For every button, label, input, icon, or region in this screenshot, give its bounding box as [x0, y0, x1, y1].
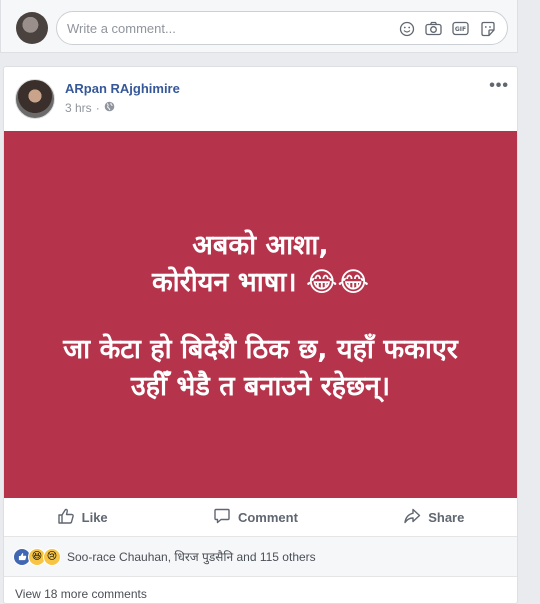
gif-icon[interactable]: GIF: [451, 19, 470, 38]
post-line-1: अबको आशा,: [192, 230, 329, 261]
reactions-summary[interactable]: 😆 😢 Soo-race Chauhan, धिरज पुडसैनि and 1…: [4, 537, 517, 577]
camera-icon[interactable]: [424, 19, 443, 38]
post-line-2: कोरीयन भाषा। 😂😂: [151, 267, 370, 298]
view-more-comments-link[interactable]: View 18 more comments: [15, 587, 147, 601]
author-name[interactable]: ARpan RAjghimire: [65, 81, 180, 96]
svg-text:GIF: GIF: [455, 26, 466, 33]
post-card: ARpan RAjghimire 3 hrs · ••• अबको आशा, क…: [3, 66, 518, 604]
comment-label: Comment: [237, 509, 298, 525]
meta-separator: ·: [95, 101, 100, 115]
more-options-button[interactable]: •••: [489, 77, 509, 95]
sad-reaction-icon: 😢: [43, 547, 61, 566]
action-bar: Like Comment Share: [4, 498, 517, 537]
comment-button[interactable]: Comment: [213, 507, 298, 528]
globe-icon: [104, 101, 115, 115]
post-line-5: उहीँ भेडै त बनाउने रहेछन्।: [130, 371, 391, 402]
comment-composer: Write a comment... GIF: [0, 0, 518, 53]
reactions-text[interactable]: Soo-race Chauhan, धिरज पुडसैनि and 115 o…: [67, 548, 316, 565]
thumbs-up-icon: [57, 507, 75, 528]
post-time[interactable]: 3 hrs: [65, 101, 92, 115]
sticker-icon[interactable]: [478, 19, 497, 38]
share-icon: [403, 507, 421, 528]
emoji-icon[interactable]: [397, 19, 416, 38]
like-label: Like: [81, 509, 108, 525]
post-banner: अबको आशा, कोरीयन भाषा। 😂😂 जा केटा हो बिद…: [4, 131, 517, 498]
comment-icon: [213, 507, 231, 528]
author-avatar[interactable]: [15, 79, 55, 119]
share-label: Share: [428, 509, 465, 525]
post-meta: 3 hrs ·: [65, 101, 115, 115]
post-text: अबको आशा, कोरीयन भाषा। 😂😂 जा केटा हो बिद…: [4, 227, 517, 405]
reaction-icons: 😆 😢: [13, 547, 61, 566]
comment-placeholder: Write a comment...: [67, 21, 176, 36]
comment-input[interactable]: Write a comment... GIF: [56, 11, 508, 45]
user-avatar[interactable]: [16, 12, 48, 44]
post-line-3: [4, 301, 517, 331]
like-button[interactable]: Like: [57, 507, 108, 528]
share-button[interactable]: Share: [403, 507, 464, 528]
post-line-4: जा केटा हो बिदेशै ठिक छ, यहाँ फकाएर: [63, 334, 458, 365]
